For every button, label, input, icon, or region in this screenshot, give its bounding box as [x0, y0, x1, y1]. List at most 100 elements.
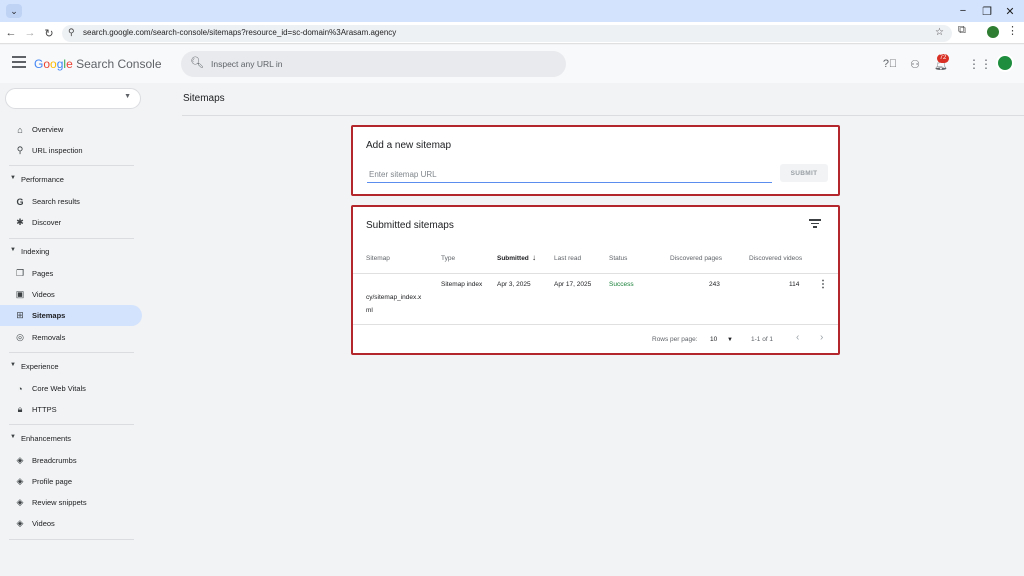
section-experience[interactable]: ▼ Experience [0, 359, 142, 375]
logo-letter: o [50, 57, 57, 71]
sidebar-item-label: Breadcrumbs [32, 456, 77, 465]
logo-product-name: Search Console [76, 57, 162, 71]
column-header-discovered-pages[interactable]: Discovered pages [670, 255, 722, 262]
sidebar-item-breadcrumbs[interactable]: ◈ Breadcrumbs [0, 450, 142, 471]
sidebar-item-label: Sitemaps [32, 311, 66, 320]
layers-icon: ◈ [16, 455, 24, 465]
sidebar-item-overview[interactable]: ⌂ Overview [0, 119, 142, 140]
notification-badge: 72 [937, 54, 949, 63]
site-info-icon[interactable]: ⚲ [68, 27, 75, 38]
sidebar-item-search-results[interactable]: G Search results [0, 191, 142, 212]
section-indexing[interactable]: ▼ Indexing [0, 244, 142, 260]
row-more-icon[interactable]: ⋮ [818, 279, 828, 290]
caret-down-icon: ▼ [727, 337, 733, 343]
cell-sitemap: cy/sitemap_index.x [366, 294, 422, 301]
section-enhancements[interactable]: ▼ Enhancements [0, 431, 142, 447]
sidebar-item-https[interactable]: 🔒︎ HTTPS [0, 399, 142, 420]
chrome-menu-icon[interactable]: ⋮ [1007, 24, 1018, 37]
google-g-icon: G [16, 196, 24, 207]
sidebar-item-label: Core Web Vitals [32, 384, 86, 393]
address-bar[interactable]: ⚲ search.google.com/search-console/sitem… [62, 25, 952, 42]
sidebar-divider [9, 238, 134, 239]
sidebar-item-url-inspection[interactable]: ⚲ URL inspection [0, 140, 142, 161]
next-page-icon[interactable]: › [820, 332, 823, 343]
sidebar-item-sitemaps[interactable]: ⊞ Sitemaps [0, 305, 142, 326]
sort-arrow-icon[interactable]: ↓ [532, 253, 536, 262]
section-label: Performance [21, 175, 64, 184]
header-divider [182, 115, 1024, 116]
profile-icon[interactable] [987, 26, 999, 38]
caret-down-icon: ▼ [124, 93, 131, 100]
section-label: Enhancements [21, 434, 72, 443]
search-icon: 🔍︎ [190, 57, 204, 69]
video-icon: ▣ [15, 289, 25, 299]
sidebar-item-label: Discover [32, 218, 62, 227]
submit-button[interactable]: SUBMIT [780, 164, 828, 182]
url-inspect-input[interactable] [211, 55, 551, 73]
filter-icon[interactable] [809, 219, 821, 229]
column-header-sitemap[interactable]: Sitemap [366, 255, 390, 262]
table-divider [353, 324, 838, 325]
sidebar-item-discover[interactable]: ✱ Discover [0, 212, 142, 233]
back-icon[interactable]: ← [3, 25, 19, 41]
submitted-sitemaps-title: Submitted sitemaps [366, 220, 454, 231]
column-header-status[interactable]: Status [609, 255, 627, 262]
asterisk-icon: ✱ [16, 217, 24, 227]
restore-icon[interactable]: ❐ [980, 4, 994, 18]
layers-icon: ◈ [16, 518, 24, 528]
sidebar-item-review-snippets[interactable]: ◈ Review snippets [0, 492, 142, 513]
prev-page-icon[interactable]: ‹ [796, 332, 799, 343]
minimize-icon[interactable]: − [956, 4, 970, 18]
sidebar-item-videos[interactable]: ▣ Videos [0, 284, 142, 305]
property-selector[interactable]: ▼ [5, 88, 141, 109]
sidebar-item-label: Videos [32, 290, 55, 299]
users-settings-icon[interactable]: ⚇ [908, 57, 922, 71]
add-sitemap-title: Add a new sitemap [366, 140, 452, 151]
caret-down-icon: ▼ [10, 247, 16, 253]
avatar[interactable] [996, 54, 1014, 72]
sidebar-divider [9, 165, 134, 166]
add-sitemap-card: Add a new sitemap SUBMIT [351, 125, 840, 196]
tab-search-icon[interactable]: ⌄ [6, 4, 22, 18]
caret-down-icon: ▼ [10, 362, 16, 368]
sidebar-item-removals[interactable]: ◎ Removals [0, 327, 142, 348]
column-header-submitted[interactable]: Submitted [497, 255, 529, 262]
sidebar-divider [9, 539, 134, 540]
column-header-discovered-videos[interactable]: Discovered videos [749, 255, 802, 262]
column-header-type[interactable]: Type [441, 255, 455, 262]
column-header-last-read[interactable]: Last read [554, 255, 581, 262]
cell-sitemap-wrap: ml [366, 307, 373, 314]
sidebar-item-label: Review snippets [32, 498, 87, 507]
browser-toolbar: ← → ↻ ⚲ search.google.com/search-console… [0, 22, 1024, 44]
logo-letter: e [66, 57, 73, 71]
extensions-icon[interactable]: ⧉ [958, 24, 966, 37]
sidebar-item-label: Videos [32, 519, 55, 528]
rows-per-page-value: 10 [710, 336, 718, 343]
cell-discovered-videos: 114 [789, 281, 800, 288]
cell-discovered-pages: 243 [709, 281, 720, 288]
speed-icon: ◔ [17, 383, 23, 394]
pagination-range: 1-1 of 1 [751, 336, 774, 343]
product-logo[interactable]: Google Search Console [34, 57, 162, 71]
sitemap-url-input[interactable] [367, 167, 772, 183]
sidebar-item-profile-page[interactable]: ◈ Profile page [0, 471, 142, 492]
eye-off-icon: ◎ [16, 332, 24, 342]
home-icon: ⌂ [17, 124, 23, 135]
reload-icon[interactable]: ↻ [41, 25, 57, 41]
apps-grid-icon[interactable]: ⋮⋮ [968, 57, 992, 71]
rows-per-page-select[interactable]: 10 ▼ [710, 336, 733, 343]
section-performance[interactable]: ▼ Performance [0, 172, 142, 188]
sidebar-item-core-web-vitals[interactable]: ◔ Core Web Vitals [0, 378, 142, 399]
sidebar-divider [9, 424, 134, 425]
close-icon[interactable]: ✕ [1003, 4, 1017, 18]
bookmark-star-icon[interactable]: ☆ [935, 27, 944, 38]
forward-icon[interactable]: → [22, 25, 38, 41]
rows-per-page-label: Rows per page: [652, 336, 698, 343]
url-inspect-search[interactable]: 🔍︎ [181, 51, 566, 77]
sidebar-item-enh-videos[interactable]: ◈ Videos [0, 513, 142, 534]
sidebar-item-label: HTTPS [32, 405, 57, 414]
menu-icon[interactable] [12, 56, 26, 68]
help-icon[interactable]: ?⃝ [883, 57, 897, 71]
sidebar-item-label: Profile page [32, 477, 73, 486]
sidebar-item-pages[interactable]: ❐ Pages [0, 263, 142, 284]
